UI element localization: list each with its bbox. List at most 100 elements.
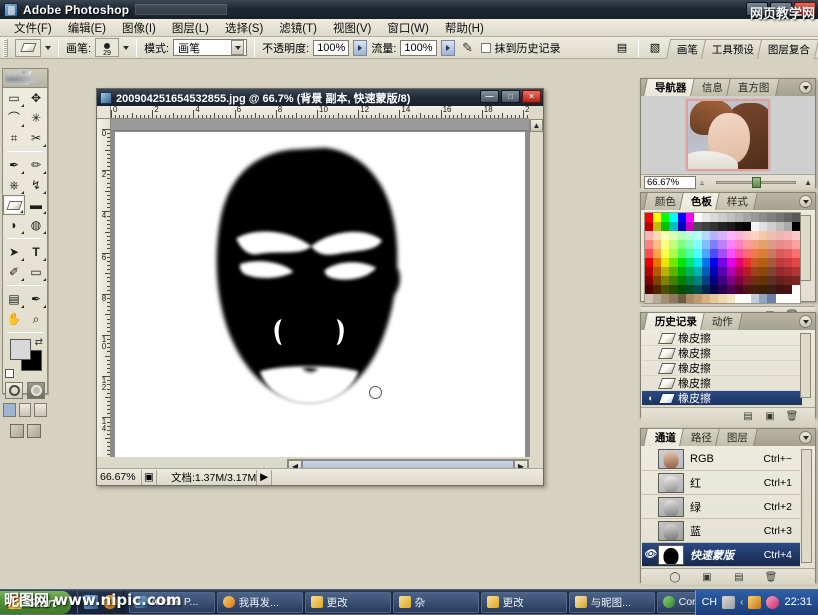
swatch-cell[interactable] (702, 285, 711, 294)
canvas-vertical-scrollbar[interactable]: ▲ (529, 119, 543, 457)
quick-launch-icon-1[interactable] (83, 595, 98, 609)
swatch-cell[interactable] (791, 267, 800, 276)
swatch-cell[interactable] (791, 276, 800, 285)
swatch-cell[interactable] (767, 267, 776, 276)
swatch-cell[interactable] (751, 285, 760, 294)
save-selection-as-channel-icon[interactable]: ▣ (700, 571, 714, 584)
zoom-out-icon[interactable]: ▵ (700, 178, 704, 187)
swatch-cell[interactable] (661, 222, 670, 231)
tray-icon-2[interactable] (766, 595, 780, 609)
brush-chevron-down-icon[interactable] (123, 45, 130, 50)
swatch-cell[interactable] (677, 213, 686, 222)
swatch-cell[interactable] (685, 240, 694, 249)
marquee-tool[interactable]: ▭ (3, 88, 25, 108)
foreground-color-swatch[interactable] (10, 339, 31, 360)
swatch-cell[interactable] (718, 276, 727, 285)
zoom-tool[interactable]: ⌕ (25, 309, 47, 329)
swatch-cell[interactable] (783, 240, 792, 249)
swatch-cell[interactable] (702, 213, 711, 222)
swatch-cell[interactable] (677, 258, 686, 267)
swatch-cell[interactable] (718, 258, 727, 267)
pen-tool[interactable]: ✐ (3, 262, 25, 282)
hand-tool[interactable]: ✋ (3, 309, 25, 329)
channel-row-green[interactable]: 绿 Ctrl+2 (642, 495, 800, 519)
task-button-coreldraw[interactable]: CorelDR... (656, 591, 695, 613)
history-row[interactable]: 橡皮擦 (642, 331, 802, 346)
swatch-cell[interactable] (759, 276, 768, 285)
swap-colors-icon[interactable]: ⇄ (35, 337, 43, 348)
clock[interactable]: 22:31 (784, 596, 812, 608)
swatch-cell[interactable] (693, 222, 703, 231)
swatch-cell[interactable] (661, 294, 670, 303)
standard-mode-button[interactable] (5, 382, 23, 399)
swatch-cell[interactable] (791, 213, 800, 222)
swatch-cell[interactable] (767, 258, 776, 267)
swatch-cell[interactable] (742, 249, 752, 258)
swatch-cell[interactable] (734, 213, 743, 222)
swatch-cell[interactable] (791, 240, 800, 249)
swatch-cell[interactable] (718, 267, 727, 276)
swatch-cell[interactable] (702, 231, 711, 240)
swatch-cell[interactable] (710, 231, 719, 240)
channel-visibility-toggle[interactable]: 👁 (642, 549, 658, 560)
swatch-cell[interactable] (734, 258, 743, 267)
swatch-cell[interactable] (702, 294, 711, 303)
swatch-cell[interactable] (685, 213, 694, 222)
status-menu-arrow-icon[interactable]: ▶ (256, 469, 273, 485)
image-canvas[interactable] (115, 132, 525, 457)
standard-screen-mode-button[interactable] (3, 403, 16, 417)
history-row[interactable]: 橡皮擦 (642, 346, 802, 361)
swatch-cell[interactable] (751, 222, 760, 231)
swatch-cell[interactable] (645, 285, 654, 294)
move-tool[interactable]: ✥ (25, 88, 47, 108)
swatch-cell[interactable] (685, 285, 694, 294)
swatch-cell[interactable] (677, 294, 686, 303)
swatch-cell[interactable] (783, 258, 792, 267)
swatch-cell[interactable] (759, 222, 768, 231)
tab-layers[interactable]: 图层 (715, 428, 758, 446)
swatch-cell[interactable] (702, 258, 711, 267)
swatch-cell[interactable] (751, 267, 760, 276)
jump-to-imageready-button[interactable] (3, 420, 47, 442)
swatch-cell[interactable] (702, 222, 711, 231)
swatch-cell[interactable] (710, 240, 719, 249)
swatch-cell[interactable] (783, 222, 792, 231)
swatch-cell[interactable] (759, 240, 768, 249)
swatch-cell[interactable] (718, 294, 727, 303)
swatch-cell[interactable] (677, 285, 686, 294)
crop-tool[interactable]: ⌗ (3, 128, 25, 148)
swatch-cell[interactable] (693, 258, 703, 267)
swatch-cell[interactable] (677, 276, 686, 285)
delete-channel-icon[interactable]: 🗑 (764, 571, 778, 584)
history-scrollbar[interactable] (800, 333, 811, 398)
swatch-cell[interactable] (742, 258, 752, 267)
swatch-cell[interactable] (669, 276, 678, 285)
history-row[interactable]: 橡皮擦 (642, 361, 802, 376)
swatch-cell[interactable] (742, 267, 752, 276)
swatch-cell[interactable] (775, 231, 784, 240)
swatch-cell[interactable] (693, 240, 703, 249)
tab-history[interactable]: 历史记录 (643, 312, 707, 330)
canvas-area[interactable] (111, 119, 529, 457)
swatch-cell[interactable] (759, 267, 768, 276)
swatch-cell[interactable] (645, 294, 654, 303)
tray-icon-1[interactable] (748, 595, 762, 609)
swatch-cell[interactable] (645, 258, 654, 267)
history-snapshot-toggle[interactable] (644, 347, 656, 359)
zoom-level-input[interactable]: 66.67% (97, 471, 141, 483)
menu-item-image[interactable]: 图像(I) (114, 19, 164, 37)
swatch-cell[interactable] (767, 240, 776, 249)
maximize-button[interactable]: □ (770, 2, 792, 16)
swatch-cell[interactable] (751, 249, 760, 258)
swatch-cell[interactable] (669, 258, 678, 267)
task-button-folder-1[interactable]: 更改 (304, 591, 391, 613)
swatch-cell[interactable] (783, 285, 792, 294)
swatch-cell[interactable] (726, 285, 735, 294)
swatches-palette-menu-icon[interactable] (799, 195, 812, 208)
swatch-cell[interactable] (791, 258, 800, 267)
tool-preset-chevron-down-icon[interactable] (45, 45, 51, 50)
scroll-up-button[interactable]: ▲ (530, 119, 543, 132)
palette-well-tab-layer-comps[interactable]: 图层复合 (756, 38, 818, 59)
swatch-cell[interactable] (661, 213, 670, 222)
quick-launch-icon-2[interactable] (102, 595, 117, 609)
